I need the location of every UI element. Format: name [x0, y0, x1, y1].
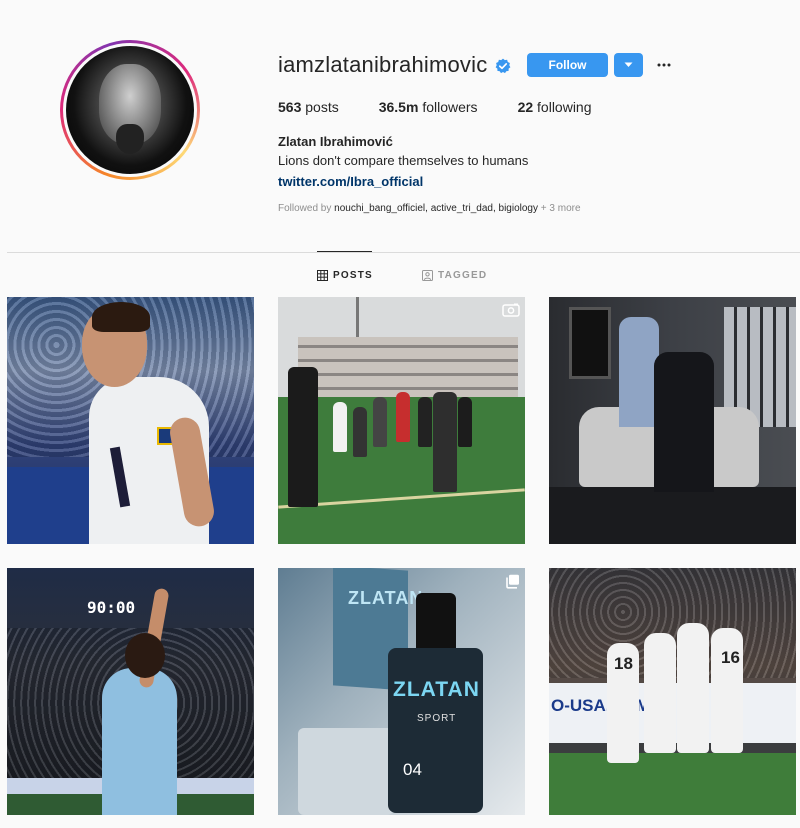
- post-image-floor: [549, 487, 796, 544]
- followers-stat[interactable]: 36.5m followers: [379, 99, 478, 115]
- post-image-blur: [298, 728, 393, 815]
- post-image-number: 18: [614, 654, 633, 673]
- suggested-dropdown-button[interactable]: [614, 53, 643, 77]
- post-image-building-floors: [298, 345, 518, 395]
- posts-label: posts: [305, 99, 339, 115]
- bio-text: Lions don't compare themselves to humans: [278, 153, 529, 168]
- post-image-figure: [353, 407, 367, 457]
- post-image-number: 04: [403, 760, 422, 779]
- following-label: following: [537, 99, 592, 115]
- followers-label: followers: [422, 99, 478, 115]
- avatar[interactable]: [60, 40, 200, 180]
- post-image-box-text: ZLATAN: [348, 588, 424, 608]
- tab-tagged-label: TAGGED: [438, 270, 488, 281]
- post-image-figure: [711, 628, 743, 753]
- photo-beard: [116, 124, 144, 154]
- full-name: Zlatan Ibrahimović: [278, 134, 393, 149]
- post-image-number: 16: [721, 648, 740, 667]
- tabs-divider: [7, 252, 800, 253]
- post-image-bottle: [388, 648, 483, 813]
- post-image-figure: [373, 397, 387, 447]
- post-image-jersey: [102, 668, 177, 815]
- tag-icon: [422, 270, 433, 281]
- post-image-figure: [433, 392, 457, 492]
- tab-posts-label: POSTS: [333, 270, 373, 281]
- profile-photo: [66, 46, 194, 174]
- grid-icon: [317, 270, 328, 281]
- post-image-figure: [677, 623, 709, 753]
- post-image-pitch: [549, 753, 796, 815]
- post-image-figure: [654, 352, 714, 492]
- post-tile-5[interactable]: ZLATAN ZLATAN SPORT 04: [278, 568, 525, 815]
- bio-link[interactable]: twitter.com/Ibra_official: [278, 174, 423, 189]
- posts-count: 563: [278, 99, 302, 115]
- tab-tagged[interactable]: TAGGED: [422, 270, 487, 281]
- username: iamzlatanibrahimovic: [278, 52, 488, 77]
- post-tile-2[interactable]: [278, 297, 525, 544]
- post-image-brand: ZLATAN: [393, 678, 480, 701]
- avatar-frame: [63, 43, 197, 177]
- post-image-frame: [569, 307, 611, 379]
- followed-by-names: nouchi_bang_officiel, active_tri_dad, bi…: [334, 203, 538, 214]
- following-stat[interactable]: 22 following: [518, 99, 592, 115]
- post-image-brand-sub: SPORT: [417, 713, 457, 724]
- verified-badge-icon: [495, 58, 511, 74]
- post-tile-6[interactable]: O-USA.COM 18 16: [549, 568, 796, 815]
- post-image-figure: [418, 397, 432, 447]
- post-image-figure: [288, 367, 318, 507]
- followed-by[interactable]: Followed by nouchi_bang_officiel, active…: [278, 203, 581, 214]
- active-tab-indicator: [317, 251, 372, 252]
- following-count: 22: [517, 99, 534, 115]
- followed-by-prefix: Followed by: [278, 203, 332, 214]
- chevron-down-icon: [624, 62, 633, 67]
- profile-stats: 563 posts 36.5m followers 22 following: [278, 99, 632, 115]
- posts-stat: 563 posts: [278, 99, 339, 115]
- post-image-head: [125, 633, 165, 678]
- tab-posts[interactable]: POSTS: [317, 270, 373, 281]
- post-image-figure: [458, 397, 472, 447]
- more-options-button[interactable]: [656, 58, 672, 72]
- video-icon: [502, 303, 520, 317]
- followed-by-more: + 3 more: [540, 203, 581, 214]
- ellipsis-icon: [657, 63, 671, 67]
- post-image-figure: [644, 633, 676, 753]
- post-image-hair: [92, 302, 150, 332]
- post-image-bottle-cap: [416, 593, 456, 653]
- post-image-scoreboard: 90:00: [87, 598, 136, 617]
- follow-button[interactable]: Follow: [527, 53, 608, 77]
- post-tile-1[interactable]: [7, 297, 254, 544]
- post-tile-4[interactable]: 90:00: [7, 568, 254, 815]
- post-tile-3[interactable]: [549, 297, 796, 544]
- post-image-figure: [619, 317, 659, 427]
- post-image-figure: [333, 402, 347, 452]
- carousel-icon: [506, 574, 519, 589]
- post-image-figure: [396, 392, 410, 442]
- followers-count: 36.5m: [378, 99, 419, 115]
